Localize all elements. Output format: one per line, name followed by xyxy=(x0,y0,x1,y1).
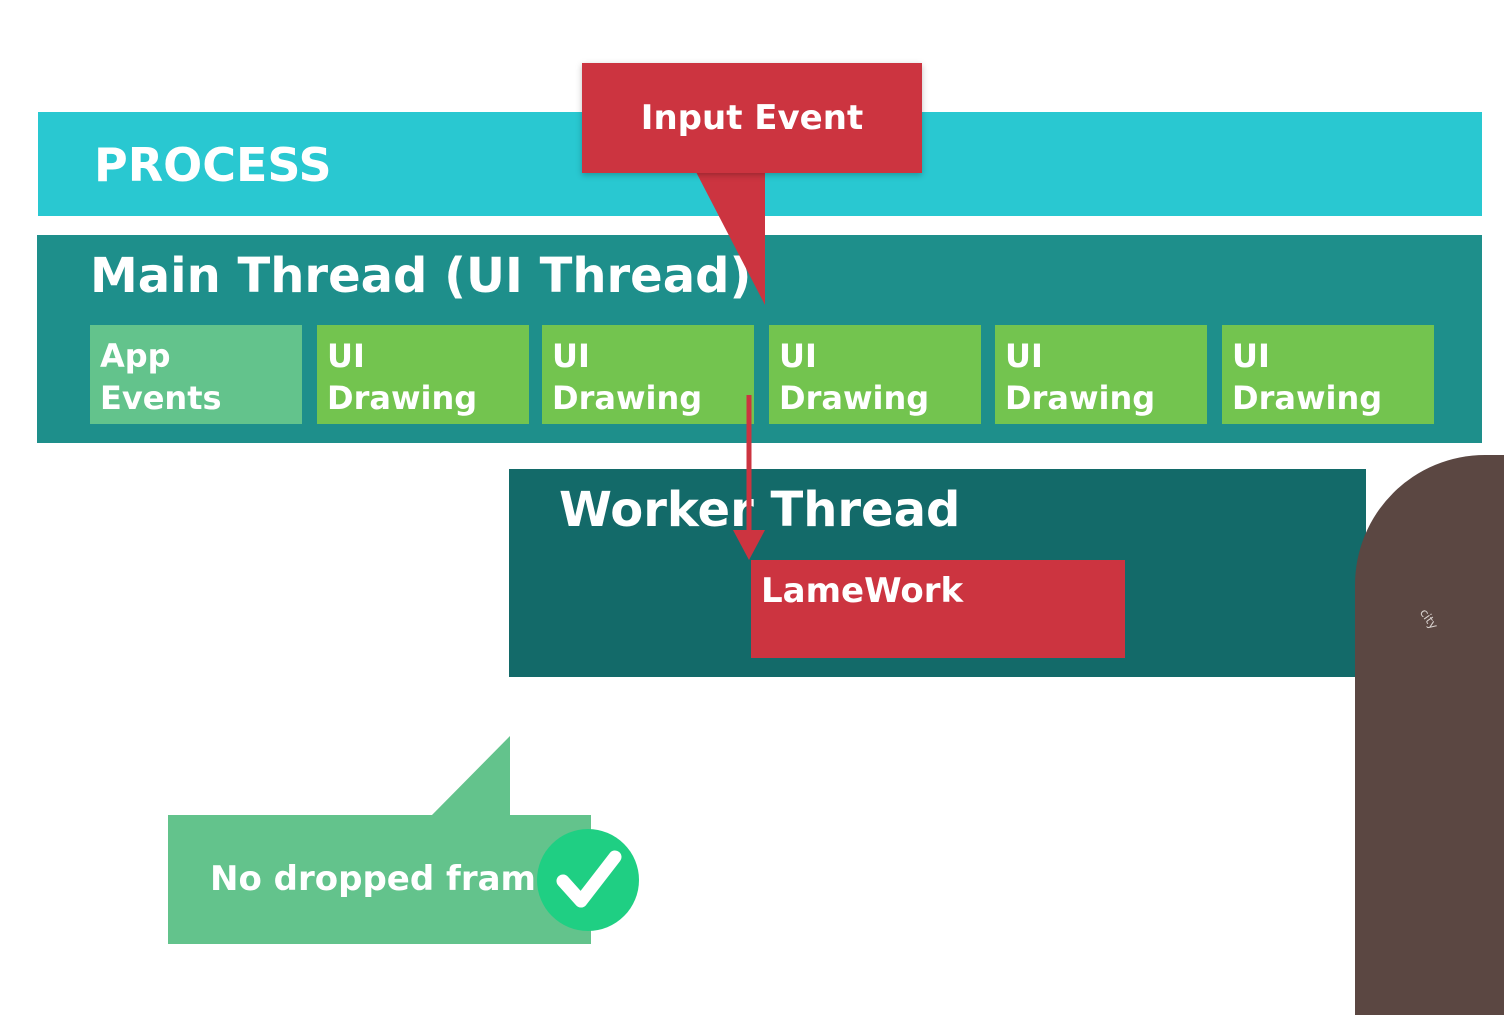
checkmark-icon xyxy=(556,850,622,908)
check-badge xyxy=(537,829,639,931)
callout-tail-icon xyxy=(430,736,510,817)
presenter-silhouette xyxy=(1355,455,1504,1015)
